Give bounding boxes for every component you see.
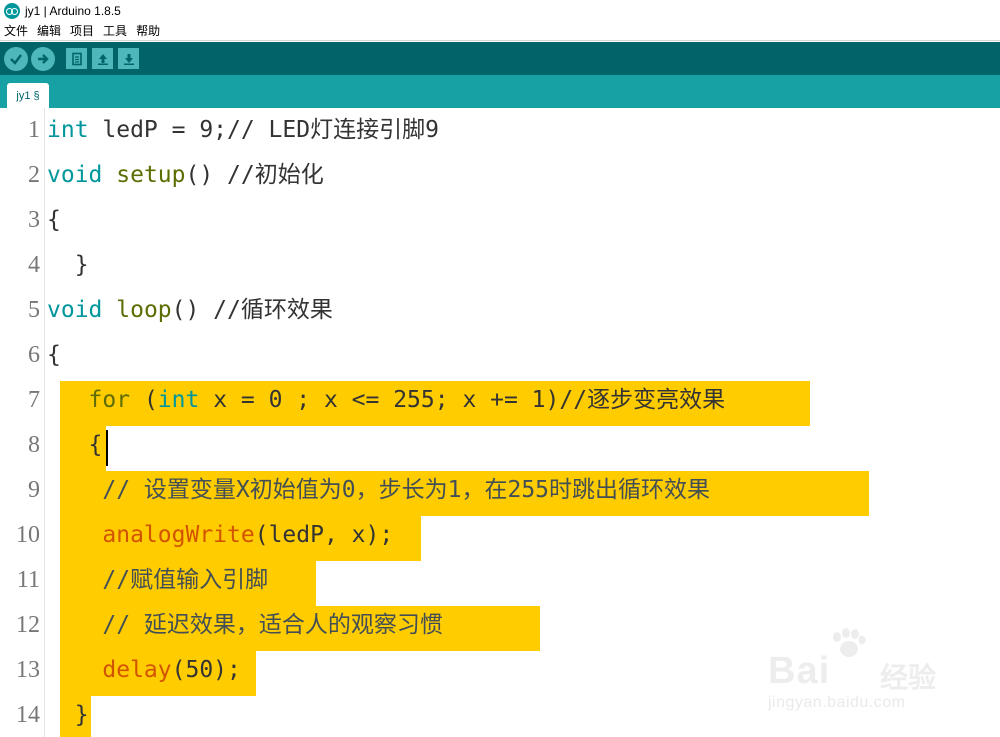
line-number: 7 (28, 387, 40, 413)
code-token: x = 0 ; x <= 255; x += 1)//逐步变亮效果 (199, 387, 726, 413)
upload-icon (38, 53, 49, 64)
code-token: int (157, 387, 200, 413)
code-token: { (47, 207, 61, 233)
line-number: 3 (28, 207, 40, 233)
watermark-brand-cn: 经验 (880, 661, 937, 694)
code-line: analogWrite(ledP, x); (47, 513, 393, 558)
code-token: analogWrite (102, 522, 255, 548)
upload-button[interactable] (31, 46, 55, 71)
watermark-url: jingyan.baidu.com (768, 694, 906, 711)
code-token: // 设置变量X初始值为0，步长为1，在255时跳出循环效果 (47, 477, 711, 503)
line-number: 14 (16, 702, 40, 728)
verify-icon (10, 53, 22, 65)
line-number: 4 (28, 252, 40, 278)
window-title: jy1 | Arduino 1.8.5 (25, 3, 121, 18)
toolbar (0, 42, 1000, 75)
line-number: 2 (28, 162, 40, 188)
line-number: 10 (16, 522, 40, 548)
code-token: delay (102, 657, 172, 683)
menu-help[interactable]: 帮助 (136, 22, 160, 39)
code-line: { (47, 198, 61, 243)
arduino-logo-icon (4, 2, 20, 19)
line-number: 13 (16, 657, 40, 683)
line-number: 1 (28, 117, 40, 143)
tab-bar: jy1 § (0, 75, 1000, 108)
code-line: delay(50); (47, 648, 241, 693)
code-line: for (int x = 0 ; x <= 255; x += 1)//逐步变亮… (47, 378, 726, 423)
line-number: 5 (28, 297, 40, 323)
code-token: } (47, 702, 89, 728)
save-icon (123, 53, 134, 65)
watermark-brand: Bai (768, 650, 831, 692)
code-token: { (47, 342, 61, 368)
menu-sketch[interactable]: 项目 (70, 22, 94, 39)
paw-icon (833, 628, 866, 657)
new-button[interactable] (66, 48, 87, 69)
code-line: { (47, 333, 61, 378)
new-icon (71, 52, 82, 65)
code-token: void (47, 162, 103, 188)
code-line: // 设置变量X初始值为0，步长为1，在255时跳出循环效果 (47, 468, 710, 513)
code-token: } (47, 252, 89, 278)
code-line: // 延迟效果，适合人的观察习惯 (47, 603, 443, 648)
text-cursor (106, 430, 108, 466)
code-token: //赋值输入引脚 (47, 567, 269, 593)
menu-edit[interactable]: 编辑 (37, 22, 61, 39)
baidu-watermark: Bai 经验 jingyan.baidu.com (768, 628, 958, 718)
code-token: () //初始化 (185, 162, 324, 188)
title-bar: jy1 | Arduino 1.8.5 (0, 0, 1000, 21)
code-line: void setup() //初始化 (47, 153, 324, 198)
line-number: 9 (28, 477, 40, 503)
code-token: // 延迟效果，适合人的观察习惯 (47, 612, 443, 638)
line-number: 6 (28, 342, 40, 368)
line-number-gutter: 1 2 3 4 5 6 7 8 9 10 11 12 13 14 (0, 108, 45, 737)
code-token: int (47, 117, 89, 143)
code-token: void (47, 297, 103, 323)
code-token: (50); (171, 657, 241, 683)
code-token: ( (130, 387, 158, 413)
open-icon (97, 53, 108, 65)
code-line: //赋值输入引脚 (47, 558, 268, 603)
code-token: () //循环效果 (171, 297, 333, 323)
menu-bar: 文件 编辑 项目 工具 帮助 (0, 21, 1000, 41)
line-number: 8 (28, 432, 40, 458)
code-token: loop (116, 297, 172, 323)
code-token: (ledP, x); (254, 522, 394, 548)
code-token: ledP = 9;// LED灯连接引脚9 (88, 117, 439, 143)
line-number: 12 (16, 612, 40, 638)
code-token: { (47, 432, 103, 458)
code-line: } (47, 243, 89, 288)
tab-jy1[interactable]: jy1 § (7, 83, 49, 108)
code-token: for (88, 387, 131, 413)
code-line: } (47, 693, 89, 737)
menu-tools[interactable]: 工具 (103, 22, 127, 39)
save-button[interactable] (118, 48, 139, 69)
menu-file[interactable]: 文件 (4, 22, 28, 39)
code-line: void loop() //循环效果 (47, 288, 333, 333)
code-token: setup (116, 162, 186, 188)
code-line: { (47, 423, 103, 468)
line-number: 11 (16, 567, 40, 593)
open-button[interactable] (92, 48, 113, 69)
code-line: int ledP = 9;// LED灯连接引脚9 (47, 108, 439, 153)
verify-button[interactable] (4, 46, 28, 71)
